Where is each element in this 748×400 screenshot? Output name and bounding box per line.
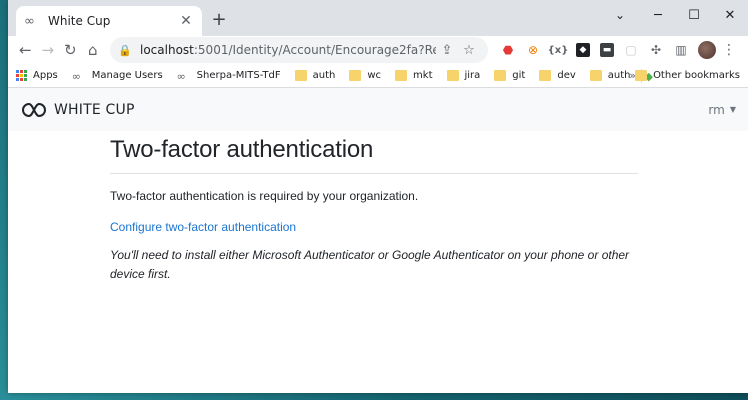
maximize-button[interactable]: ☐ [676,0,712,30]
forward-button[interactable]: → [37,37,60,63]
url-path: :5001/Identity/Account/Encourage2fa?Retu… [193,43,436,57]
bookmark-label: Apps [33,70,58,81]
url-text: localhost:5001/Identity/Account/Encourag… [140,43,436,57]
bookmark-folder-wc[interactable]: wc [349,70,381,81]
home-button[interactable]: ⌂ [82,37,105,63]
chevron-down-icon[interactable]: ⌄ [600,0,640,30]
close-window-button[interactable]: ✕ [712,0,748,30]
tab-white-cup[interactable]: ∞ White Cup ✕ [16,6,202,36]
share-icon[interactable]: ⇪ [436,43,458,58]
link-icon: ∞ [176,70,186,83]
folder-icon [494,70,507,81]
app-navbar: WHITE CUP rm ▼ [8,88,748,131]
browser-toolbar: ← → ↻ ⌂ 🔒 localhost:5001/Identity/Accoun… [8,36,748,64]
bookmark-label: auth [312,70,336,81]
main-content: Two-factor authentication Two-factor aut… [110,131,638,284]
window-controls: ⌄ ─ ☐ ✕ [600,0,748,30]
bookmark-label: jira [464,70,481,81]
bookmark-label: dev [557,70,576,81]
lock-icon[interactable]: 🔒 [118,44,132,57]
profile-avatar-icon[interactable] [698,41,716,59]
user-name: rm [708,102,725,117]
bookmarks-bar: Apps ∞ Manage Users ∞ Sherpa-MITS-TdF au… [8,64,748,88]
brand-name: WHITE CUP [54,101,135,118]
bookmark-label: mkt [413,70,433,81]
bookmark-label: wc [367,70,382,81]
bookmark-folder-auth[interactable]: auth [294,70,336,81]
bookmark-manage-users[interactable]: ∞ Manage Users [71,70,163,83]
extension-json-icon[interactable]: {x} [546,38,570,62]
puzzle-icon[interactable]: ✣ [644,38,668,62]
bookmark-label: Manage Users [91,70,163,81]
extension-red-icon[interactable]: ⬣ [496,38,520,62]
link-icon: ∞ [71,70,81,83]
reload-button[interactable]: ↻ [59,37,82,63]
white-cup-logo-icon [22,102,46,117]
bookmark-label: git [512,70,526,81]
star-icon[interactable]: ☆ [458,43,480,58]
page-viewport: WHITE CUP rm ▼ Two-factor authentication… [8,88,748,393]
page-title: Two-factor authentication [110,136,638,174]
extension-orange-icon[interactable]: ⊗ [521,38,545,62]
new-tab-button[interactable]: + [208,9,230,30]
other-bookmarks-label: Other bookmarks [653,70,740,81]
back-button[interactable]: ← [14,37,37,63]
link-icon: ∞ [24,13,35,29]
folder-icon [446,70,459,81]
brand-link[interactable]: WHITE CUP [20,102,135,118]
bookmark-label: auth [607,70,631,81]
other-bookmarks[interactable]: Other bookmarks [635,70,740,81]
bookmark-folder-jira[interactable]: jira [446,70,481,81]
configure-2fa-link[interactable]: Configure two-factor authentication [110,220,638,234]
folder-icon [395,70,408,81]
extension-terminal-icon[interactable]: ▬ [600,43,614,57]
bookmark-folder-mkt[interactable]: mkt [395,70,433,81]
bookmark-folder-auth-2[interactable]: auth [589,70,631,81]
bookmark-folder-dev[interactable]: dev [539,70,576,81]
bookmark-apps[interactable]: Apps [16,70,58,81]
folder-icon [349,70,362,81]
folder-icon [539,70,552,81]
sidebar-icon[interactable]: ▥ [669,38,693,62]
folder-icon [589,70,602,81]
requirement-text: Two-factor authentication is required by… [110,189,419,203]
bookmark-sherpa[interactable]: ∞ Sherpa-MITS-TdF [176,70,281,83]
tab-title: White Cup [48,14,111,28]
extension-dark-icon[interactable]: ◆ [576,43,590,57]
bookmark-label: Sherpa-MITS-TdF [196,70,281,81]
authenticator-note: You'll need to install either Microsoft … [110,248,630,281]
caret-down-icon: ▼ [729,105,736,114]
url-host: localhost [140,43,194,57]
kebab-menu-icon[interactable]: ⋮ [717,38,741,62]
bookmark-folder-git[interactable]: git [494,70,525,81]
tab-strip: ∞ White Cup ✕ + ⌄ ─ ☐ ✕ [8,0,748,36]
folder-icon [635,70,648,81]
user-menu-dropdown[interactable]: rm ▼ [708,103,736,117]
minimize-button[interactable]: ─ [640,0,676,30]
browser-window: ∞ White Cup ✕ + ⌄ ─ ☐ ✕ ← → ↻ ⌂ 🔒 localh… [8,0,748,393]
extension-blank-icon[interactable]: ▢ [619,38,643,62]
close-icon[interactable]: ✕ [178,13,194,29]
apps-grid-icon [16,70,27,81]
address-bar[interactable]: 🔒 localhost:5001/Identity/Account/Encour… [110,37,488,63]
folder-icon [294,70,307,81]
extensions-area: ⬣ ⊗ {x} ◆ ▬ ▢ ✣ ▥ ⋮ [496,38,742,62]
